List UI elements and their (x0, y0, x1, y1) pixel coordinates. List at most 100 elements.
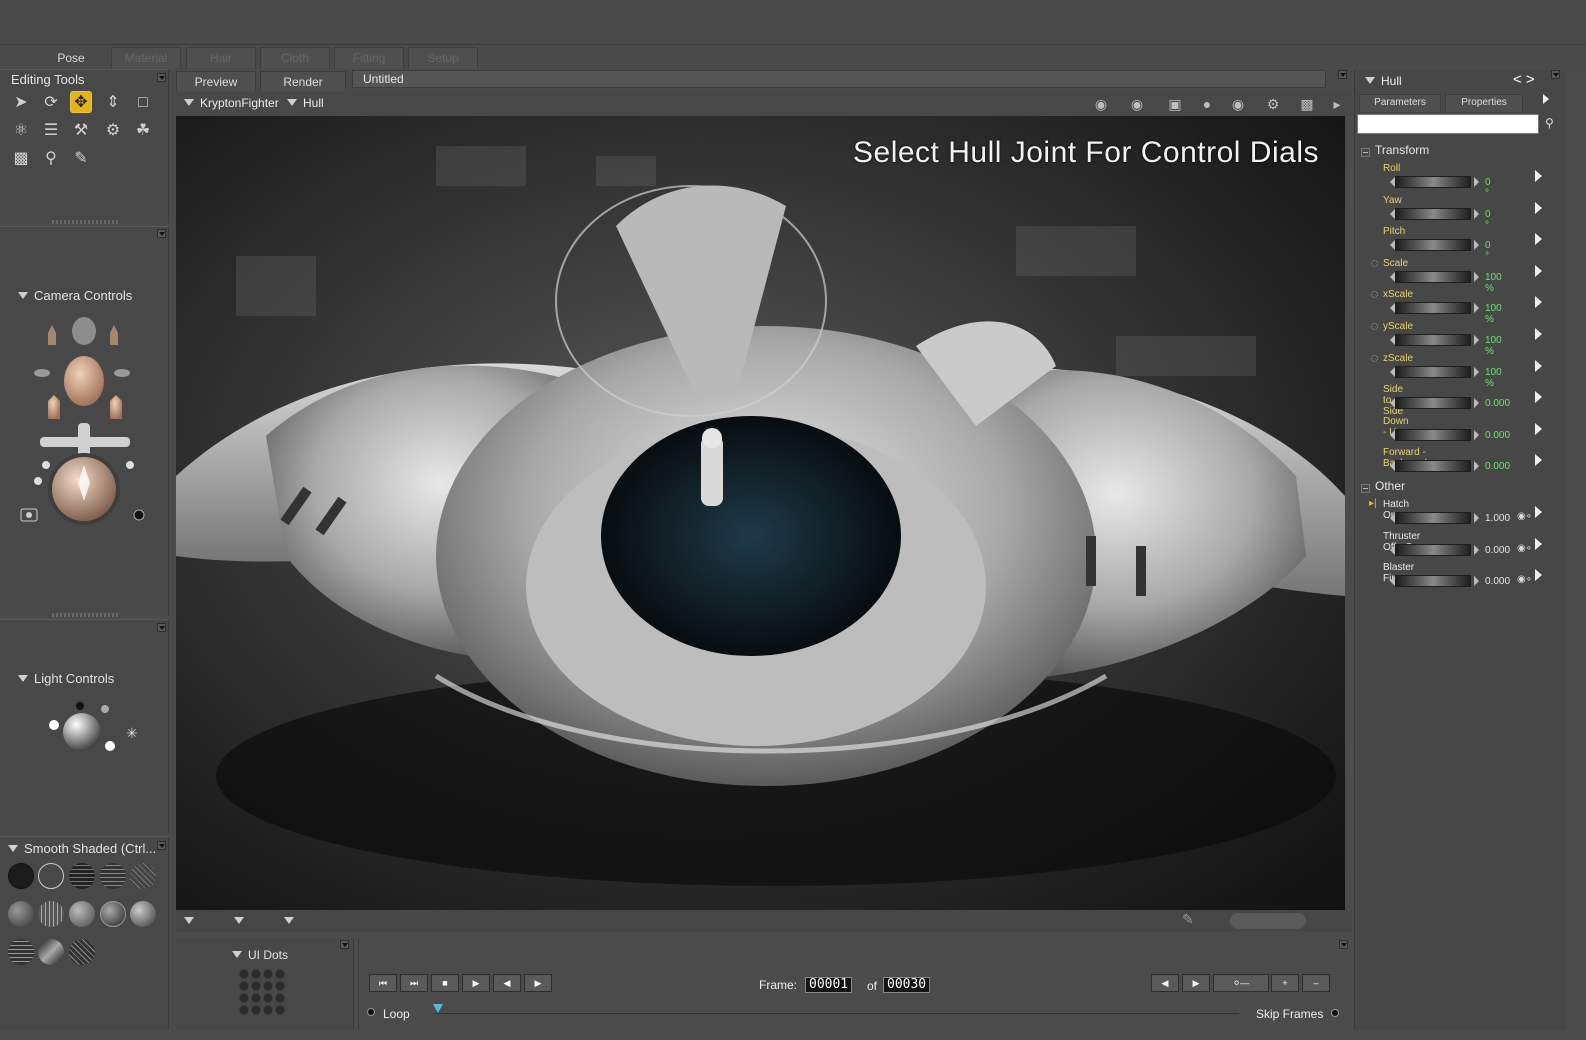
render-dots[interactable] (1230, 913, 1306, 929)
parameter-value[interactable]: 100 % (1485, 272, 1502, 294)
group-collapse-icon[interactable] (1361, 148, 1370, 157)
parameter-dial[interactable] (1395, 543, 1471, 556)
parameter-dial[interactable] (1395, 334, 1471, 346)
3d-viewport[interactable]: Select Hull Joint For Control Dials (176, 116, 1345, 910)
camera-settings-icon[interactable]: ◉ (1126, 95, 1148, 113)
dial-right-arrow-icon[interactable] (1474, 208, 1479, 219)
parameter-menu-arrow-icon[interactable] (1535, 422, 1542, 435)
parameter-value[interactable]: 100 % (1485, 367, 1502, 389)
room-tab-fitting[interactable]: Fitting (334, 47, 404, 69)
collapse-triangle-icon[interactable] (18, 292, 28, 299)
select-tool-icon[interactable]: ➤ (10, 92, 32, 114)
panel-menu-button[interactable] (1339, 940, 1348, 949)
parameter-dial[interactable] (1395, 460, 1471, 473)
parameter-menu-arrow-icon[interactable] (1535, 328, 1542, 340)
parameter-dial[interactable] (1395, 575, 1471, 588)
parameter-menu-arrow-icon[interactable] (1535, 296, 1542, 309)
timeline-slider[interactable] (435, 1013, 1239, 1014)
timeline-playhead[interactable] (433, 1004, 443, 1013)
paint-bucket-icon[interactable]: ☘ (132, 120, 154, 142)
tabs-scroll-arrow-icon[interactable] (1543, 94, 1549, 104)
rotate-tool-icon[interactable]: ⟳ (40, 92, 62, 114)
go-to-end-button[interactable]: ⏭ (400, 974, 428, 992)
area-render-icon[interactable]: ● (1196, 95, 1218, 113)
parameter-menu-arrow-icon[interactable] (1535, 454, 1542, 467)
room-tab-cloth[interactable]: Cloth (260, 47, 330, 69)
parameter-menu-arrow-icon[interactable] (1535, 359, 1542, 372)
parameter-dial[interactable] (1395, 207, 1471, 220)
dependency-key-icon[interactable]: ◉∘ (1517, 543, 1532, 554)
stop-button[interactable]: ■ (431, 974, 459, 992)
smooth-lined-style-icon[interactable] (8, 939, 34, 965)
skip-frames-radio[interactable] (1331, 1009, 1339, 1017)
play-button[interactable]: ▶ (462, 974, 490, 992)
translate-tool-icon[interactable]: ✥ (70, 91, 92, 113)
pen-icon[interactable]: ✎ (1182, 911, 1194, 928)
chain-break-tool-icon[interactable]: ⚒ (70, 120, 92, 142)
dial-right-arrow-icon[interactable] (1474, 576, 1479, 587)
dependency-key-icon[interactable]: ◉∘ (1517, 511, 1532, 522)
panel-menu-button[interactable] (1551, 70, 1560, 79)
panel-menu-button[interactable] (340, 940, 349, 949)
collapse-triangle-icon[interactable] (18, 675, 28, 682)
element-display-style-icon[interactable] (284, 917, 294, 924)
parameter-dial[interactable] (1395, 176, 1471, 188)
document-display-style-icon[interactable] (184, 917, 194, 924)
figure-display-style-icon[interactable] (234, 917, 244, 924)
parameter-dial[interactable] (1395, 239, 1471, 252)
lit-wireframe-style-icon[interactable] (130, 863, 156, 889)
silhouette-style-icon[interactable] (8, 863, 34, 889)
parameter-dial[interactable] (1395, 365, 1471, 378)
room-tab-pose[interactable]: Pose (36, 47, 106, 69)
twist-tool-icon[interactable]: ⚛ (10, 120, 32, 142)
parameter-value[interactable]: 0.000 (1485, 430, 1510, 441)
room-tab-setup[interactable]: Setup (408, 47, 478, 69)
loop-radio[interactable] (367, 1008, 375, 1016)
flat-lined-style-icon[interactable] (38, 901, 64, 927)
parameter-dial[interactable] (1395, 302, 1471, 315)
scale-tool-icon[interactable]: □ (132, 92, 154, 114)
actor-selector[interactable]: Hull (287, 96, 324, 110)
dial-right-arrow-icon[interactable] (1474, 429, 1479, 440)
actor-nav-arrows[interactable]: < > (1513, 71, 1535, 88)
dial-right-arrow-icon[interactable] (1474, 544, 1479, 555)
video-camera-icon[interactable]: ▩ (1296, 95, 1318, 113)
parameter-dial[interactable] (1395, 428, 1471, 441)
prev-key-button[interactable]: ◀ (1151, 974, 1179, 992)
current-frame-field[interactable]: 00001 (805, 977, 853, 993)
parameter-menu-arrow-icon[interactable] (1535, 170, 1542, 182)
parameter-value[interactable]: 0.000 (1485, 461, 1510, 472)
room-tab-hair[interactable]: Hair (186, 47, 256, 69)
edit-keys-button[interactable]: ⚪— (1213, 974, 1269, 992)
dial-right-arrow-icon[interactable] (1474, 271, 1479, 282)
delete-key-button[interactable]: – (1302, 974, 1330, 992)
parameter-value[interactable]: 100 % (1485, 335, 1502, 357)
camera-icon[interactable]: ◉ (1090, 95, 1112, 113)
grouping-tool-icon[interactable]: ▩ (10, 148, 32, 170)
parameter-value[interactable]: 0.000 (1485, 545, 1510, 556)
panel-menu-button[interactable] (157, 229, 166, 238)
dial-right-arrow-icon[interactable] (1474, 177, 1479, 187)
parameter-value[interactable]: 0 ° (1485, 177, 1491, 199)
sphere-render-icon[interactable]: ◉ (1227, 95, 1249, 113)
document-menu-button[interactable] (1338, 70, 1347, 79)
translate-in-out-tool-icon[interactable]: ⇕ (102, 92, 124, 114)
panel-menu-button[interactable] (157, 73, 166, 82)
parameter-menu-arrow-icon[interactable] (1535, 537, 1542, 550)
morphing-tool-icon[interactable]: ✎ (70, 148, 92, 170)
smooth-shaded-style-icon[interactable] (130, 901, 156, 927)
dial-right-arrow-icon[interactable] (1474, 335, 1479, 345)
parameter-search-input[interactable] (1357, 114, 1539, 134)
dependency-key-icon[interactable]: ◉∘ (1517, 574, 1532, 585)
collapse-triangle-icon[interactable] (8, 845, 18, 852)
view-magnifier-icon[interactable]: ⚲ (40, 148, 62, 170)
parameter-value[interactable]: 0 ° (1485, 240, 1491, 262)
parameter-value[interactable]: 0 ° (1485, 209, 1491, 231)
tab-render[interactable]: Render (260, 71, 346, 91)
viewport-menu-arrow-icon[interactable]: ▸ (1326, 95, 1348, 113)
parameter-value[interactable]: 0.000 (1485, 398, 1510, 409)
total-frames-field[interactable]: 00030 (883, 977, 931, 993)
camera-controls-widget[interactable] (0, 313, 169, 563)
panel-resize-grip[interactable] (52, 613, 118, 617)
dial-right-arrow-icon[interactable] (1474, 240, 1479, 251)
